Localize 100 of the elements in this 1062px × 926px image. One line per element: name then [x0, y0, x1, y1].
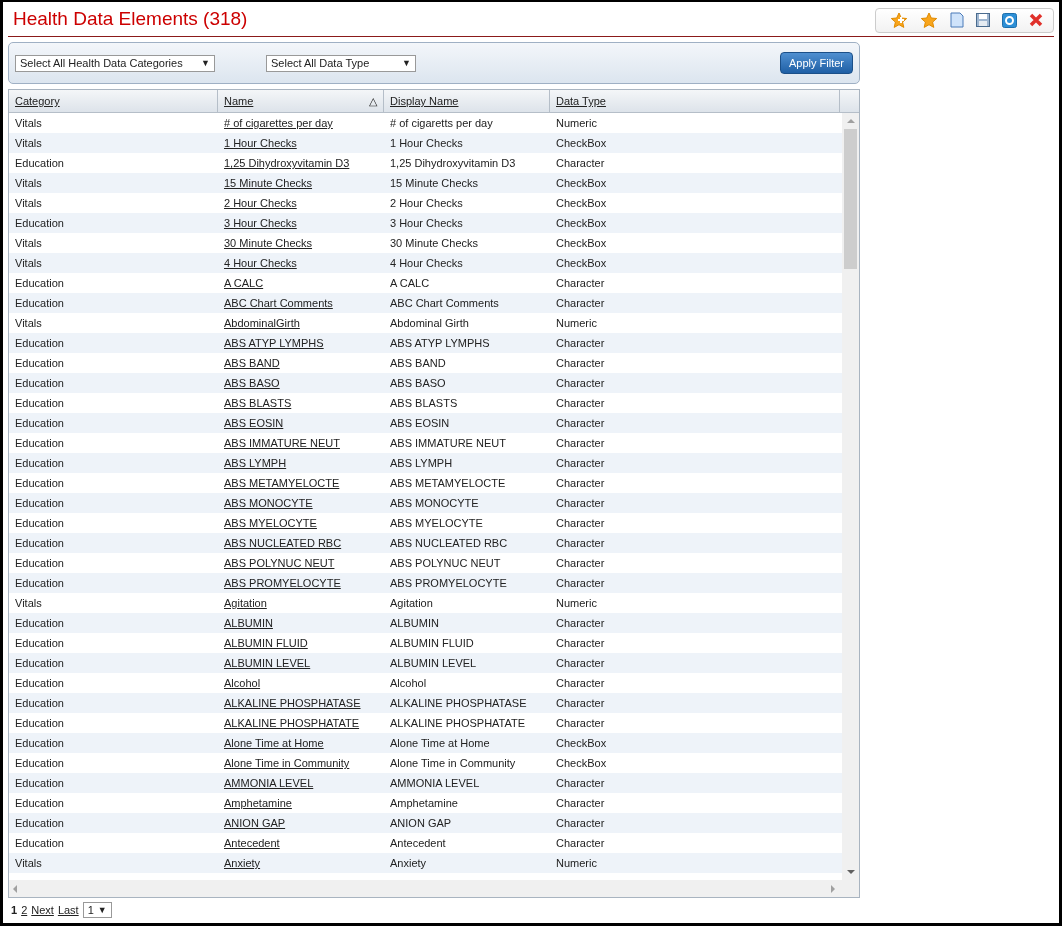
name-link[interactable]: 30 Minute Checks: [224, 237, 313, 249]
name-link[interactable]: ABS METAMYELOCTE: [224, 477, 340, 489]
table-cell: Vitals: [15, 197, 42, 209]
page-link[interactable]: 2: [21, 904, 28, 916]
table-cell: ABS PROMYELOCYTE: [390, 577, 507, 589]
name-link[interactable]: ALBUMIN LEVEL: [224, 657, 311, 669]
column-header[interactable]: Name △: [218, 90, 384, 112]
page-select[interactable]: 1 ▼: [82, 902, 112, 918]
name-link[interactable]: # of cigarettes per day: [224, 117, 333, 129]
table-cell: Anxiety: [390, 857, 427, 869]
table-cell: Vitals: [15, 857, 42, 869]
next-link[interactable]: Next: [31, 904, 54, 916]
name-link[interactable]: ALKALINE PHOSPHATASE: [224, 697, 361, 709]
table-cell: CheckBox: [556, 137, 607, 149]
scroll-right-icon[interactable]: [831, 884, 835, 893]
name-link[interactable]: ALBUMIN: [224, 617, 273, 629]
table-cell: Education: [15, 417, 64, 429]
table-cell: Character: [556, 517, 605, 529]
name-link[interactable]: ABS POLYNUC NEUT: [224, 557, 335, 569]
name-link[interactable]: ABS BLASTS: [224, 397, 292, 409]
scroll-left-icon[interactable]: [13, 884, 17, 893]
table-cell: 4 Hour Checks: [390, 257, 463, 269]
table-cell: 2 Hour Checks: [390, 197, 463, 209]
save-icon[interactable]: [976, 13, 990, 27]
name-link[interactable]: Alone Time in Community: [224, 757, 350, 769]
name-link[interactable]: A CALC: [224, 277, 264, 289]
vertical-scrollbar[interactable]: [842, 113, 859, 880]
name-link[interactable]: 1 Hour Checks: [224, 137, 297, 149]
table-cell: Education: [15, 377, 64, 389]
name-link[interactable]: AbdominalGirth: [224, 317, 300, 329]
scroll-down-icon[interactable]: [846, 870, 855, 874]
name-link[interactable]: ABS EOSIN: [224, 417, 284, 429]
table-cell: Character: [556, 777, 605, 789]
table-cell: Education: [15, 337, 64, 349]
table-cell: Education: [15, 297, 64, 309]
table-cell: Character: [556, 417, 605, 429]
page-link[interactable]: 1: [11, 904, 18, 916]
table-cell: CheckBox: [556, 757, 607, 769]
table-cell: Education: [15, 217, 64, 229]
table-cell: Education: [15, 717, 64, 729]
table-cell: Alone Time in Community: [390, 757, 516, 769]
table-cell: Vitals: [15, 117, 42, 129]
table-cell: Numeric: [556, 317, 597, 329]
scroll-up-icon[interactable]: [846, 119, 855, 123]
name-link[interactable]: ABS BASO: [224, 377, 280, 389]
name-link[interactable]: 4 Hour Checks: [224, 257, 297, 269]
last-link[interactable]: Last: [57, 904, 79, 916]
name-link[interactable]: Alone Time at Home: [224, 737, 324, 749]
table-cell: Vitals: [15, 257, 42, 269]
name-link[interactable]: 2 Hour Checks: [224, 197, 297, 209]
table-cell: ABS ATYP LYMPHS: [390, 337, 490, 349]
name-link[interactable]: ABS ATYP LYMPHS: [224, 337, 324, 349]
scrollbar-thumb[interactable]: [844, 129, 857, 269]
table-cell: ABS POLYNUC NEUT: [390, 557, 501, 569]
name-link[interactable]: Amphetamine: [224, 797, 292, 809]
table-cell: Character: [556, 397, 605, 409]
name-link[interactable]: ABS MYELOCYTE: [224, 517, 317, 529]
column-header[interactable]: Data Type: [550, 90, 840, 112]
close-icon[interactable]: [1029, 13, 1043, 27]
name-link[interactable]: ABS NUCLEATED RBC: [224, 537, 342, 549]
table-cell: Character: [556, 657, 605, 669]
name-link[interactable]: ABS LYMPH: [224, 457, 287, 469]
column-header[interactable]: Category: [9, 90, 218, 112]
name-link[interactable]: 15 Minute Checks: [224, 177, 313, 189]
name-link[interactable]: ABS PROMYELOCYTE: [224, 577, 341, 589]
name-link[interactable]: ABS IMMATURE NEUT: [224, 437, 340, 449]
table-cell: ABS METAMYELOCTE: [390, 477, 506, 489]
page-title: Health Data Elements (318): [13, 8, 248, 30]
dropdown[interactable]: Select All Health Data Categories ▼: [15, 54, 215, 72]
table-cell: ABS MONOCYTE: [390, 497, 479, 509]
table-cell: CheckBox: [556, 217, 607, 229]
name-link[interactable]: Agitation: [224, 597, 267, 609]
name-link[interactable]: AMMONIA LEVEL: [224, 777, 314, 789]
horizontal-scrollbar[interactable]: [9, 880, 859, 897]
settings-icon[interactable]: [1002, 12, 1017, 28]
name-link[interactable]: ALBUMIN FLUID: [224, 637, 308, 649]
name-link[interactable]: Alcohol: [224, 677, 261, 689]
column-header[interactable]: Display Name: [384, 90, 550, 112]
apply-filter-button[interactable]: Apply Filter: [779, 52, 853, 74]
star-icon[interactable]: [920, 11, 938, 29]
star-plus-icon[interactable]: [890, 11, 908, 29]
table-cell: # of cigaretts per day: [390, 117, 493, 129]
table-cell: ABS BLASTS: [390, 397, 458, 409]
page-icon[interactable]: [950, 12, 964, 28]
name-link[interactable]: ABC Chart Comments: [224, 297, 333, 309]
name-link[interactable]: ANION GAP: [224, 817, 286, 829]
table-cell: Character: [556, 337, 605, 349]
name-link[interactable]: ABS BAND: [224, 357, 280, 369]
name-link[interactable]: 1,25 Dihydroxyvitamin D3: [224, 157, 350, 169]
name-link[interactable]: 3 Hour Checks: [224, 217, 297, 229]
name-link[interactable]: Anxiety: [224, 857, 261, 869]
name-link[interactable]: ALKALINE PHOSPHATATE: [224, 717, 360, 729]
name-link[interactable]: ABS MONOCYTE: [224, 497, 313, 509]
table-cell: Education: [15, 697, 64, 709]
name-link[interactable]: Antecedent: [224, 837, 280, 849]
table-cell: Education: [15, 357, 64, 369]
table-cell: Character: [556, 637, 605, 649]
table-cell: ALBUMIN FLUID: [390, 637, 474, 649]
table-cell: Vitals: [15, 237, 42, 249]
dropdown[interactable]: Select All Data Type ▼: [266, 54, 416, 72]
